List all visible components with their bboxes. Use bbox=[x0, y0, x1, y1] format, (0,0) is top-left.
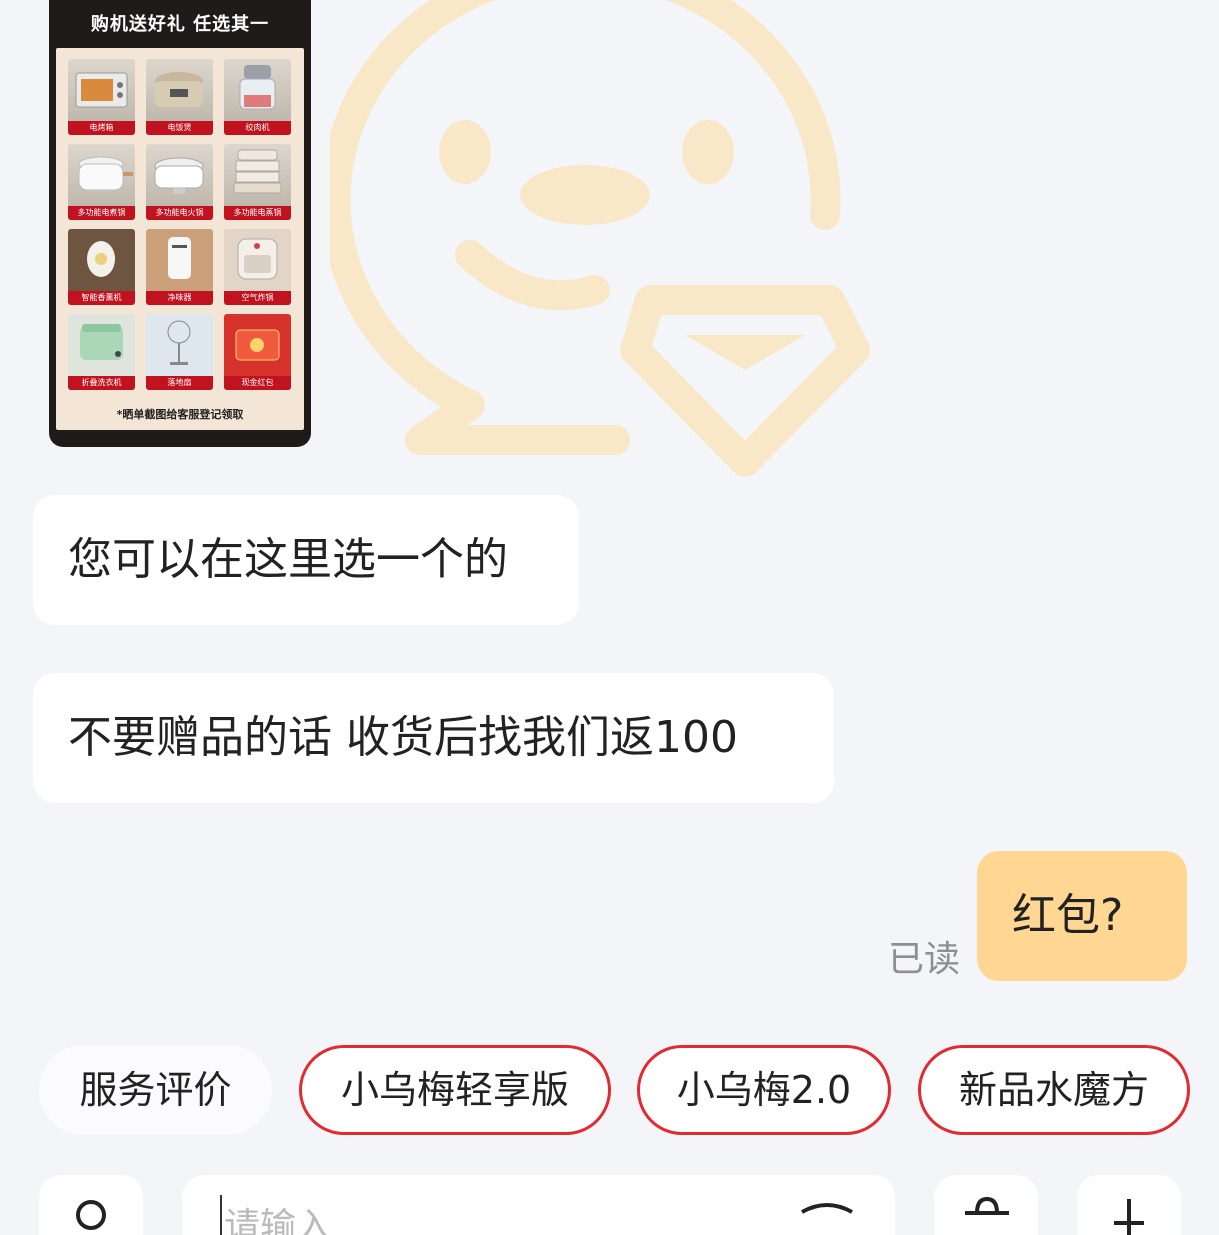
purifier-icon bbox=[146, 229, 213, 291]
plus-icon bbox=[1114, 1199, 1144, 1235]
steamer-icon bbox=[233, 149, 282, 194]
rice-cooker-icon bbox=[155, 72, 203, 107]
text-caret bbox=[220, 1195, 222, 1235]
gift-cash-red-packet: 现金红包 bbox=[224, 314, 291, 390]
gift-label: 现金红包 bbox=[224, 376, 291, 390]
my-message-bubble[interactable]: 红包? bbox=[977, 851, 1187, 981]
gift-steamer: 多功能电蒸锅 bbox=[224, 144, 291, 220]
washer-icon bbox=[68, 314, 135, 376]
order-button[interactable] bbox=[934, 1175, 1038, 1235]
gift-label: 多功能电火锅 bbox=[146, 206, 213, 220]
chip-water-cube[interactable]: 新品水魔方 bbox=[918, 1045, 1190, 1135]
message-input[interactable]: 请输入 bbox=[182, 1175, 895, 1235]
gift-label: 多功能电蒸锅 bbox=[224, 206, 291, 220]
oven-icon bbox=[75, 72, 128, 108]
promo-note: *晒单截图给客服登记领取 bbox=[116, 408, 244, 421]
gift-rice-cooker: 电饭煲 bbox=[146, 59, 213, 135]
gift-promo-card[interactable]: 购机送好礼 任选其一 电烤箱 电饭煲 绞肉机 多功能电煮锅 多功能电火锅 多功能… bbox=[49, 0, 311, 447]
gift-label: 绞肉机 bbox=[224, 121, 291, 135]
gift-label: 多功能电煮锅 bbox=[68, 206, 135, 220]
gift-label: 落地扇 bbox=[146, 376, 213, 390]
gift-meat-grinder: 绞肉机 bbox=[224, 59, 291, 135]
hot-pot-icon bbox=[154, 157, 204, 194]
gift-label: 电饭煲 bbox=[146, 121, 213, 135]
more-button[interactable] bbox=[1077, 1175, 1181, 1235]
chip-service-rating[interactable]: 服务评价 bbox=[39, 1045, 272, 1135]
grinder-icon bbox=[239, 65, 276, 110]
agent-message-bubble[interactable]: 您可以在这里选一个的 bbox=[33, 495, 579, 625]
input-placeholder: 请输入 bbox=[224, 1206, 333, 1235]
mascot-watermark-icon bbox=[330, 0, 870, 477]
gift-purifier: 净味器 bbox=[146, 229, 213, 305]
emoji-icon[interactable] bbox=[797, 1200, 857, 1235]
red-packet-icon bbox=[224, 314, 291, 376]
gift-label: 空气炸锅 bbox=[224, 291, 291, 305]
promo-title: 购机送好礼 任选其一 bbox=[90, 14, 270, 35]
gift-hot-pot: 多功能电火锅 bbox=[146, 144, 213, 220]
chip-xiaowumei-2[interactable]: 小乌梅2.0 bbox=[637, 1045, 891, 1135]
read-status: 已读 bbox=[888, 939, 961, 980]
promo-panel: 电烤箱 电饭煲 绞肉机 多功能电煮锅 多功能电火锅 多功能电蒸锅 智能香薰机 净… bbox=[56, 48, 304, 430]
gift-air-fryer: 空气炸锅 bbox=[224, 229, 291, 305]
user-icon bbox=[76, 1200, 106, 1230]
gift-label: 智能香薰机 bbox=[68, 291, 135, 305]
gift-floor-fan: 落地扇 bbox=[146, 314, 213, 390]
gift-multi-cooker: 多功能电煮锅 bbox=[68, 144, 135, 220]
air-fryer-icon bbox=[224, 229, 291, 291]
multi-cooker-icon bbox=[78, 156, 133, 191]
agent-message-bubble[interactable]: 不要赠品的话 收货后找我们返100 bbox=[33, 673, 834, 803]
gift-grid: 电烤箱 电饭煲 绞肉机 多功能电煮锅 多功能电火锅 多功能电蒸锅 智能香薰机 净… bbox=[68, 59, 291, 390]
chip-xiaowumei-lite[interactable]: 小乌梅轻享版 bbox=[299, 1045, 611, 1135]
gift-washer: 折叠洗衣机 bbox=[68, 314, 135, 390]
gift-aroma-diffuser: 智能香薰机 bbox=[68, 229, 135, 305]
fan-icon bbox=[146, 314, 213, 376]
gift-oven: 电烤箱 bbox=[68, 59, 135, 135]
diffuser-icon bbox=[68, 229, 135, 291]
gift-label: 电烤箱 bbox=[68, 121, 135, 135]
bag-icon bbox=[965, 1196, 1009, 1215]
user-button[interactable] bbox=[39, 1175, 143, 1235]
gift-label: 折叠洗衣机 bbox=[68, 376, 135, 390]
gift-label: 净味器 bbox=[146, 291, 213, 305]
